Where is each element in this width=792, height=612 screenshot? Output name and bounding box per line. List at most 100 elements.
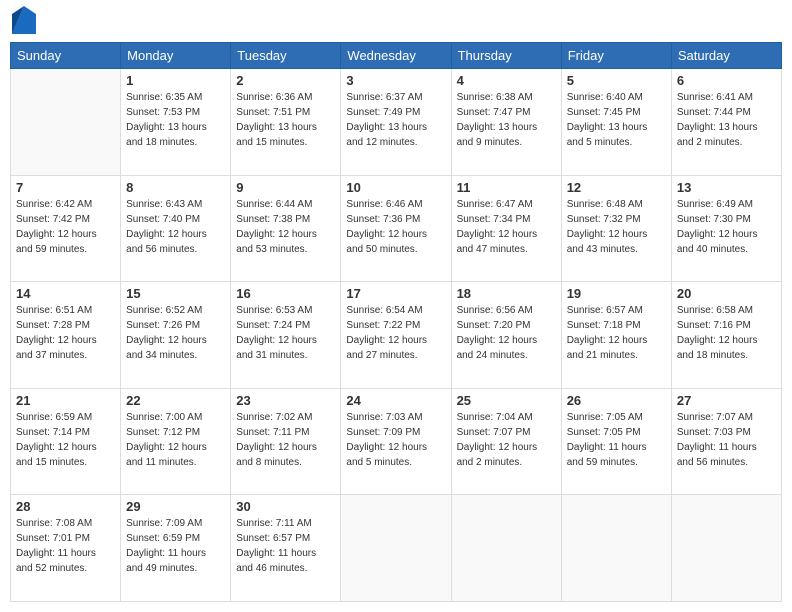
day-info: Sunrise: 6:59 AMSunset: 7:14 PMDaylight:…: [16, 410, 115, 470]
daylight-label: Daylight: 12 hours and 31 minutes.: [236, 333, 335, 363]
day-number: 9: [236, 180, 335, 195]
sunrise-text: Sunrise: 6:51 AM: [16, 303, 115, 318]
day-number: 21: [16, 393, 115, 408]
day-number: 15: [126, 286, 225, 301]
daylight-label: Daylight: 11 hours and 52 minutes.: [16, 546, 115, 576]
logo-icon: [12, 6, 36, 34]
weekday-header-saturday: Saturday: [671, 43, 781, 69]
day-info: Sunrise: 6:57 AMSunset: 7:18 PMDaylight:…: [567, 303, 666, 363]
day-cell: 3Sunrise: 6:37 AMSunset: 7:49 PMDaylight…: [341, 69, 451, 176]
day-info: Sunrise: 6:46 AMSunset: 7:36 PMDaylight:…: [346, 197, 445, 257]
day-info: Sunrise: 6:58 AMSunset: 7:16 PMDaylight:…: [677, 303, 776, 363]
day-number: 22: [126, 393, 225, 408]
weekday-header-row: SundayMondayTuesdayWednesdayThursdayFrid…: [11, 43, 782, 69]
day-number: 1: [126, 73, 225, 88]
day-info: Sunrise: 6:44 AMSunset: 7:38 PMDaylight:…: [236, 197, 335, 257]
day-info: Sunrise: 6:47 AMSunset: 7:34 PMDaylight:…: [457, 197, 556, 257]
day-cell: [341, 495, 451, 602]
day-info: Sunrise: 7:07 AMSunset: 7:03 PMDaylight:…: [677, 410, 776, 470]
sunrise-text: Sunrise: 6:35 AM: [126, 90, 225, 105]
day-cell: 7Sunrise: 6:42 AMSunset: 7:42 PMDaylight…: [11, 175, 121, 282]
day-cell: 15Sunrise: 6:52 AMSunset: 7:26 PMDayligh…: [121, 282, 231, 389]
sunrise-text: Sunrise: 6:36 AM: [236, 90, 335, 105]
sunrise-text: Sunrise: 7:05 AM: [567, 410, 666, 425]
week-row-4: 21 Sunrise: 6:59 AMSunset: 7:14 PMDayligh…: [11, 388, 782, 495]
daylight-label: Daylight: 12 hours and 24 minutes.: [457, 333, 556, 363]
daylight-label: Daylight: 13 hours and 12 minutes.: [346, 120, 445, 150]
sunrise-text: Sunrise: 6:37 AM: [346, 90, 445, 105]
sunset-text: Sunset: 7:42 PM: [16, 212, 115, 227]
day-info: Sunrise: 6:54 AMSunset: 7:22 PMDaylight:…: [346, 303, 445, 363]
sunset-text: Sunset: 7:51 PM: [236, 105, 335, 120]
day-info: Sunrise: 7:03 AMSunset: 7:09 PMDaylight:…: [346, 410, 445, 470]
day-cell: [671, 495, 781, 602]
sunset-text: Sunset: 7:18 PM: [567, 318, 666, 333]
day-number: 2: [236, 73, 335, 88]
daylight-label: Daylight: 11 hours and 59 minutes.: [567, 440, 666, 470]
day-cell: 30Sunrise: 7:11 AMSunset: 6:57 PMDayligh…: [231, 495, 341, 602]
day-number: 5: [567, 73, 666, 88]
daylight-label: Daylight: 13 hours and 9 minutes.: [457, 120, 556, 150]
day-info: Sunrise: 6:36 AMSunset: 7:51 PMDaylight:…: [236, 90, 335, 150]
day-cell: 26 Sunrise: 7:05 AMSunset: 7:05 PMDayligh…: [561, 388, 671, 495]
day-cell: 1Sunrise: 6:35 AMSunset: 7:53 PMDaylight…: [121, 69, 231, 176]
day-number: 14: [16, 286, 115, 301]
day-number: 13: [677, 180, 776, 195]
day-info: Sunrise: 6:43 AMSunset: 7:40 PMDaylight:…: [126, 197, 225, 257]
daylight-label: Daylight: 13 hours and 2 minutes.: [677, 120, 776, 150]
day-info: Sunrise: 7:08 AMSunset: 7:01 PMDaylight:…: [16, 516, 115, 576]
day-info: Sunrise: 6:37 AMSunset: 7:49 PMDaylight:…: [346, 90, 445, 150]
day-info: Sunrise: 6:53 AMSunset: 7:24 PMDaylight:…: [236, 303, 335, 363]
daylight-label: Daylight: 12 hours and 21 minutes.: [567, 333, 666, 363]
day-info: Sunrise: 6:42 AMSunset: 7:42 PMDaylight:…: [16, 197, 115, 257]
day-info: Sunrise: 6:56 AMSunset: 7:20 PMDaylight:…: [457, 303, 556, 363]
day-cell: 24Sunrise: 7:03 AMSunset: 7:09 PMDayligh…: [341, 388, 451, 495]
weekday-header-monday: Monday: [121, 43, 231, 69]
sunset-text: Sunset: 7:12 PM: [126, 425, 225, 440]
daylight-label: Daylight: 11 hours and 46 minutes.: [236, 546, 335, 576]
day-info: Sunrise: 7:04 AMSunset: 7:07 PMDaylight:…: [457, 410, 556, 470]
day-info: Sunrise: 7:02 AMSunset: 7:11 PMDaylight:…: [236, 410, 335, 470]
sunset-text: Sunset: 7:32 PM: [567, 212, 666, 227]
day-cell: 9 Sunrise: 6:44 AMSunset: 7:38 PMDaylight…: [231, 175, 341, 282]
sunset-text: Sunset: 7:49 PM: [346, 105, 445, 120]
day-number: 27: [677, 393, 776, 408]
sunset-text: Sunset: 7:26 PM: [126, 318, 225, 333]
sunset-text: Sunset: 7:53 PM: [126, 105, 225, 120]
sunrise-text: Sunrise: 7:08 AM: [16, 516, 115, 531]
sunrise-text: Sunrise: 7:07 AM: [677, 410, 776, 425]
day-number: 23: [236, 393, 335, 408]
day-info: Sunrise: 7:05 AMSunset: 7:05 PMDaylight:…: [567, 410, 666, 470]
daylight-label: Daylight: 12 hours and 11 minutes.: [126, 440, 225, 470]
sunset-text: Sunset: 7:45 PM: [567, 105, 666, 120]
daylight-label: Daylight: 12 hours and 40 minutes.: [677, 227, 776, 257]
sunrise-text: Sunrise: 6:52 AM: [126, 303, 225, 318]
day-cell: 17Sunrise: 6:54 AMSunset: 7:22 PMDayligh…: [341, 282, 451, 389]
day-number: 26: [567, 393, 666, 408]
day-number: 29: [126, 499, 225, 514]
day-cell: 8Sunrise: 6:43 AMSunset: 7:40 PMDaylight…: [121, 175, 231, 282]
daylight-label: Daylight: 13 hours and 15 minutes.: [236, 120, 335, 150]
day-cell: 13Sunrise: 6:49 AMSunset: 7:30 PMDayligh…: [671, 175, 781, 282]
day-cell: [561, 495, 671, 602]
day-cell: [11, 69, 121, 176]
week-row-3: 14Sunrise: 6:51 AMSunset: 7:28 PMDayligh…: [11, 282, 782, 389]
day-number: 28: [16, 499, 115, 514]
day-info: Sunrise: 6:38 AMSunset: 7:47 PMDaylight:…: [457, 90, 556, 150]
week-row-2: 7Sunrise: 6:42 AMSunset: 7:42 PMDaylight…: [11, 175, 782, 282]
sunset-text: Sunset: 7:11 PM: [236, 425, 335, 440]
weekday-header-wednesday: Wednesday: [341, 43, 451, 69]
day-cell: 5 Sunrise: 6:40 AMSunset: 7:45 PMDaylight…: [561, 69, 671, 176]
day-cell: 11Sunrise: 6:47 AMSunset: 7:34 PMDayligh…: [451, 175, 561, 282]
day-cell: 28 Sunrise: 7:08 AMSunset: 7:01 PMDayligh…: [11, 495, 121, 602]
sunrise-text: Sunrise: 7:04 AM: [457, 410, 556, 425]
day-cell: 22Sunrise: 7:00 AMSunset: 7:12 PMDayligh…: [121, 388, 231, 495]
day-number: 16: [236, 286, 335, 301]
weekday-header-sunday: Sunday: [11, 43, 121, 69]
sunrise-text: Sunrise: 6:59 AM: [16, 410, 115, 425]
day-info: Sunrise: 6:40 AMSunset: 7:45 PMDaylight:…: [567, 90, 666, 150]
sunrise-text: Sunrise: 6:38 AM: [457, 90, 556, 105]
daylight-label: Daylight: 13 hours and 5 minutes.: [567, 120, 666, 150]
day-info: Sunrise: 7:09 AMSunset: 6:59 PMDaylight:…: [126, 516, 225, 576]
sunrise-text: Sunrise: 7:09 AM: [126, 516, 225, 531]
